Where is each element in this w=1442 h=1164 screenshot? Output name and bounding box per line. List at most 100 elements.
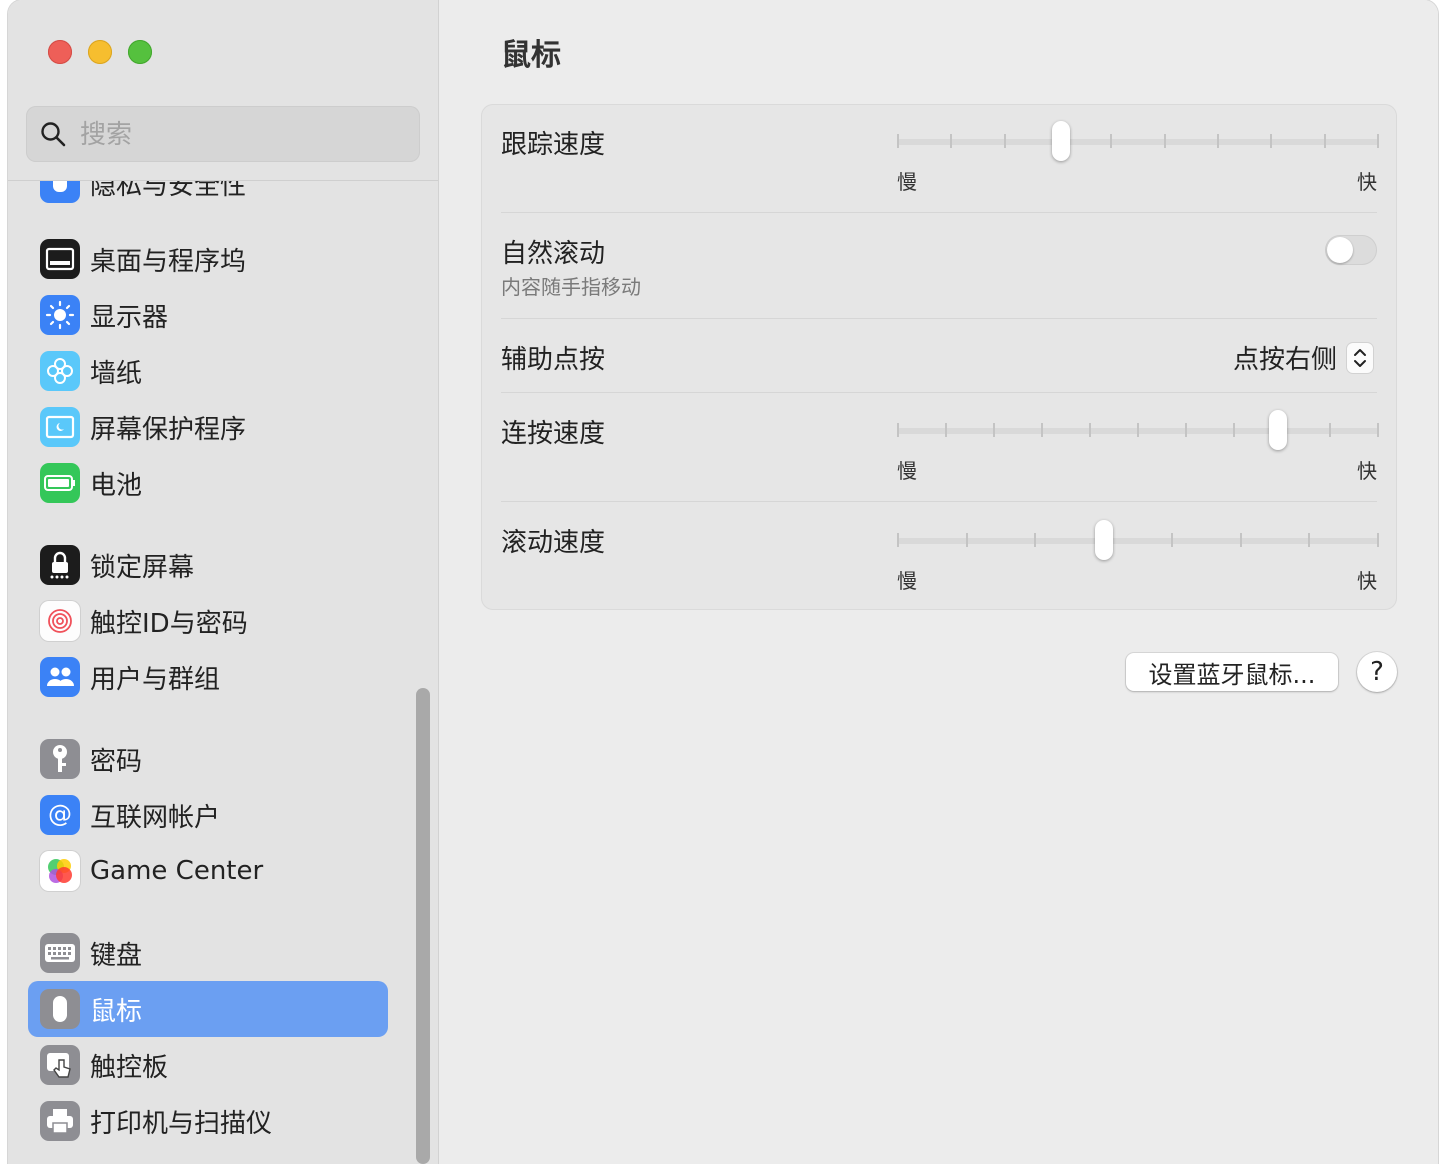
page-title: 鼠标 — [501, 38, 561, 73]
toggle-knob — [1327, 237, 1353, 263]
slider-tick — [1041, 423, 1043, 437]
sidebar-item-screensaver[interactable]: 屏幕保护程序 — [28, 399, 388, 455]
sidebar-item-label: 触控板 — [90, 1052, 169, 1083]
slider-tick — [1089, 423, 1091, 437]
search-icon — [41, 122, 66, 147]
sidebar-item-label: 锁定屏幕 — [90, 552, 195, 583]
slider-tick — [897, 134, 899, 148]
sidebar-item-label: 打印机与扫描仪 — [90, 1108, 273, 1139]
search-input[interactable] — [78, 114, 402, 156]
slider-tick — [1034, 533, 1037, 547]
zoom-button[interactable] — [128, 40, 152, 64]
slider-thumb[interactable] — [1095, 520, 1114, 560]
settings-window: 隐私与安全性 桌面与程序坞 显示器 墙纸 — [8, 0, 1438, 1164]
slider-tick — [1185, 423, 1187, 437]
slider-thumb[interactable] — [1051, 121, 1070, 161]
keyboard-icon — [40, 933, 80, 973]
slider-tick — [1233, 423, 1235, 437]
sidebar-item-label: Game Center — [90, 856, 264, 886]
sidebar-item-trackpad[interactable]: 触控板 — [28, 1037, 388, 1093]
setup-bluetooth-mouse-button[interactable]: 设置蓝牙鼠标... — [1126, 653, 1338, 691]
sidebar-item-desktop-dock[interactable]: 桌面与程序坞 — [28, 231, 388, 287]
sidebar-item-label: 键盘 — [90, 940, 143, 971]
natural-scroll-description: 内容随手指移动 — [501, 275, 641, 299]
close-button[interactable] — [48, 40, 72, 64]
search-field[interactable] — [26, 106, 420, 162]
sidebar-item-label: 桌面与程序坞 — [90, 246, 247, 277]
sidebar-item-game-center[interactable]: Game Center — [28, 843, 388, 899]
sidebar-item-label: 屏幕保护程序 — [90, 414, 247, 445]
lock-icon — [40, 545, 80, 585]
sidebar-item-label: 用户与群组 — [90, 664, 221, 695]
double-click-slider[interactable] — [897, 410, 1379, 450]
trackpad-icon — [40, 1045, 80, 1085]
double-click-label: 连按速度 — [501, 419, 606, 449]
slider-tick — [1003, 134, 1006, 148]
mouse-settings-card: 跟踪速度 慢 快 自然滚动 内容随手指移动 辅助点按 点按右侧 连按速度 慢 快… — [481, 104, 1397, 610]
natural-scroll-label: 自然滚动 — [501, 239, 606, 269]
sidebar-item-battery[interactable]: 电池 — [28, 455, 388, 511]
secondary-click-value: 点按右侧 — [1232, 345, 1337, 375]
fast-label: 快 — [1357, 569, 1377, 593]
main-pane: 鼠标 跟踪速度 慢 快 自然滚动 内容随手指移动 辅助点按 点按右侧 连按速度 … — [439, 0, 1438, 1164]
secondary-click-popup[interactable]: 点按右侧 — [1233, 339, 1373, 376]
slider-tick — [1270, 134, 1273, 148]
slider-tick — [965, 533, 968, 547]
sidebar-item-label: 密码 — [90, 746, 143, 777]
natural-scroll-toggle[interactable] — [1325, 235, 1377, 265]
sidebar-item-internet-accounts[interactable]: @ 互联网帐户 — [28, 787, 388, 843]
slider-tick — [945, 423, 947, 437]
hand-icon — [40, 181, 80, 203]
slider-track — [897, 139, 1379, 145]
window-controls — [48, 40, 152, 64]
fast-label: 快 — [1357, 170, 1377, 194]
sidebar-scrollbar[interactable] — [416, 688, 430, 1164]
tracking-speed-row: 跟踪速度 慢 快 — [501, 104, 1379, 212]
natural-scroll-row: 自然滚动 内容随手指移动 — [501, 213, 1377, 318]
scroll-speed-label: 滚动速度 — [501, 528, 606, 558]
secondary-click-row: 辅助点按 点按右侧 — [501, 319, 1377, 392]
battery-icon — [40, 463, 80, 503]
minimize-button[interactable] — [88, 40, 112, 64]
slider-tick — [1377, 423, 1379, 437]
sidebar-item-keyboard[interactable]: 键盘 — [28, 925, 388, 981]
scroll-speed-row: 滚动速度 慢 快 — [501, 502, 1379, 610]
sidebar-item-wallpaper[interactable]: 墙纸 — [28, 343, 388, 399]
slow-label: 慢 — [897, 170, 917, 194]
sidebar-item-touch-id[interactable]: 触控ID与密码 — [28, 593, 388, 649]
sidebar-item-lock-screen[interactable]: 锁定屏幕 — [28, 537, 388, 593]
slider-tick — [1239, 533, 1242, 547]
tracking-speed-slider[interactable] — [897, 121, 1379, 161]
scroll-speed-slider[interactable] — [897, 520, 1379, 560]
users-icon — [40, 657, 80, 697]
at-icon: @ — [40, 795, 80, 835]
sidebar-item-label: 电池 — [90, 470, 143, 501]
slow-label: 慢 — [897, 569, 917, 593]
sidebar-item-label: 鼠标 — [90, 996, 143, 1027]
slider-tick — [1308, 533, 1311, 547]
slider-tick — [1323, 134, 1326, 148]
sidebar-item-label: 触控ID与密码 — [90, 608, 248, 639]
dock-icon — [40, 239, 80, 279]
slider-tick — [1163, 134, 1166, 148]
svg-text:@: @ — [48, 800, 72, 828]
sun-icon — [40, 295, 80, 335]
tracking-speed-label: 跟踪速度 — [501, 130, 606, 160]
flower-icon — [40, 351, 80, 391]
slider-tick — [1171, 533, 1174, 547]
slow-label: 慢 — [897, 459, 917, 483]
secondary-click-label: 辅助点按 — [501, 345, 606, 375]
slider-tick — [1217, 134, 1219, 148]
mouse-icon — [40, 989, 80, 1029]
sidebar-item-passwords[interactable]: 密码 — [28, 731, 388, 787]
help-button[interactable]: ? — [1357, 652, 1397, 692]
slider-thumb[interactable] — [1268, 410, 1287, 450]
sidebar-item-label: 隐私与安全性 — [90, 181, 247, 201]
sidebar-item-printers[interactable]: 打印机与扫描仪 — [28, 1093, 388, 1149]
sidebar-item-privacy[interactable]: 隐私与安全性 — [28, 181, 388, 211]
sidebar-item-users[interactable]: 用户与群组 — [28, 649, 388, 705]
sidebar-item-displays[interactable]: 显示器 — [28, 287, 388, 343]
sidebar-item-mouse[interactable]: 鼠标 — [28, 981, 388, 1037]
slider-tick — [1329, 423, 1331, 437]
slider-tick — [993, 423, 995, 437]
